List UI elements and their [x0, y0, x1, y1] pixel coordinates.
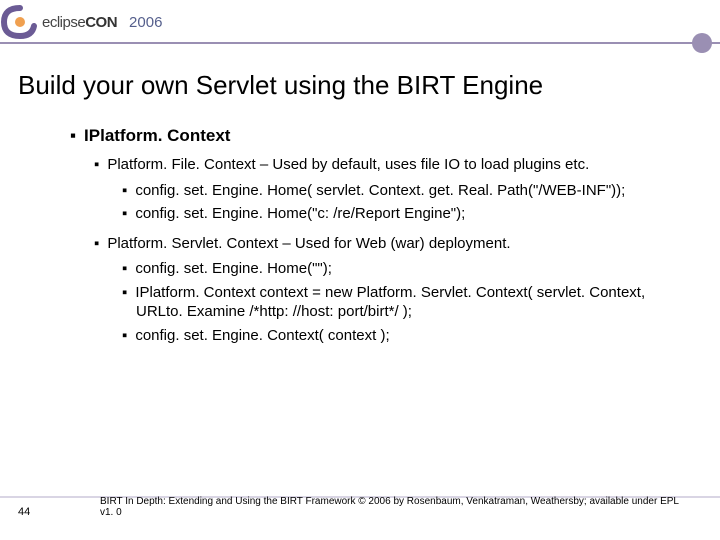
logo-text: eclipseCON [42, 14, 117, 31]
slide-body: IPlatform. Context Platform. File. Conte… [70, 125, 680, 345]
header-divider [0, 42, 720, 44]
code-line: IPlatform. Context context = new Platfor… [122, 283, 680, 322]
heading-bullet: IPlatform. Context [70, 125, 680, 147]
code-line: config. set. Engine. Home( servlet. Cont… [122, 181, 680, 201]
slide-header: eclipseCON 2006 [0, 0, 720, 48]
page-number: 44 [18, 506, 30, 518]
slide-title: Build your own Servlet using the BIRT En… [18, 70, 720, 101]
logo-swirl-icon [0, 4, 40, 40]
header-dot-icon [692, 33, 712, 53]
eclipsecon-logo: eclipseCON 2006 [0, 4, 162, 40]
section-intro: Platform. File. Context – Used by defaul… [94, 155, 680, 175]
heading-text: IPlatform. Context [84, 126, 230, 145]
code-line: config. set. Engine. Context( context ); [122, 326, 680, 346]
logo-year: 2006 [129, 14, 162, 31]
code-line: config. set. Engine. Home(""); [122, 259, 680, 279]
footer-text: BIRT In Depth: Extending and Using the B… [100, 496, 680, 518]
code-line: config. set. Engine. Home("c: /re/Report… [122, 204, 680, 224]
section-intro: Platform. Servlet. Context – Used for We… [94, 234, 680, 254]
